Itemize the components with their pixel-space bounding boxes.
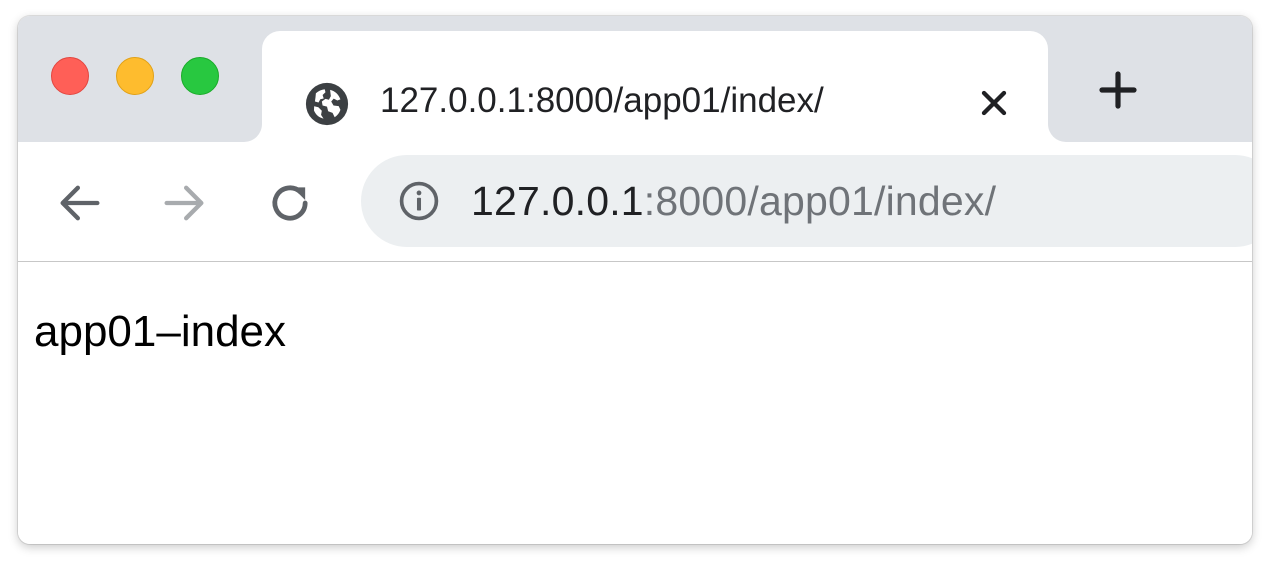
window-minimize-button[interactable]: [116, 57, 154, 95]
tab-title: 127.0.0.1:8000/app01/index/: [380, 81, 824, 120]
close-icon[interactable]: [974, 83, 1014, 123]
plus-icon[interactable]: [1094, 66, 1142, 114]
browser-window: 127.0.0.1:8000/app01/index/ 127.0.0.1:80…: [18, 16, 1252, 544]
address-bar[interactable]: 127.0.0.1:8000/app01/index/: [361, 155, 1252, 247]
page-content: app01–index: [18, 262, 1252, 544]
arrow-left-icon[interactable]: [54, 177, 106, 229]
toolbar: 127.0.0.1:8000/app01/index/: [18, 142, 1252, 262]
globe-icon: [305, 82, 349, 126]
url-path: :8000/app01/index/: [643, 178, 997, 224]
window-close-button[interactable]: [51, 57, 89, 95]
window-maximize-button[interactable]: [181, 57, 219, 95]
arrow-right-icon[interactable]: [158, 177, 210, 229]
info-icon[interactable]: [397, 179, 441, 223]
url-text[interactable]: 127.0.0.1:8000/app01/index/: [471, 177, 996, 225]
page-body-text: app01–index: [34, 307, 287, 356]
tab-strip: 127.0.0.1:8000/app01/index/: [18, 16, 1252, 142]
tab-active[interactable]: 127.0.0.1:8000/app01/index/: [262, 31, 1048, 142]
url-host: 127.0.0.1: [471, 178, 644, 224]
reload-icon[interactable]: [264, 177, 316, 229]
